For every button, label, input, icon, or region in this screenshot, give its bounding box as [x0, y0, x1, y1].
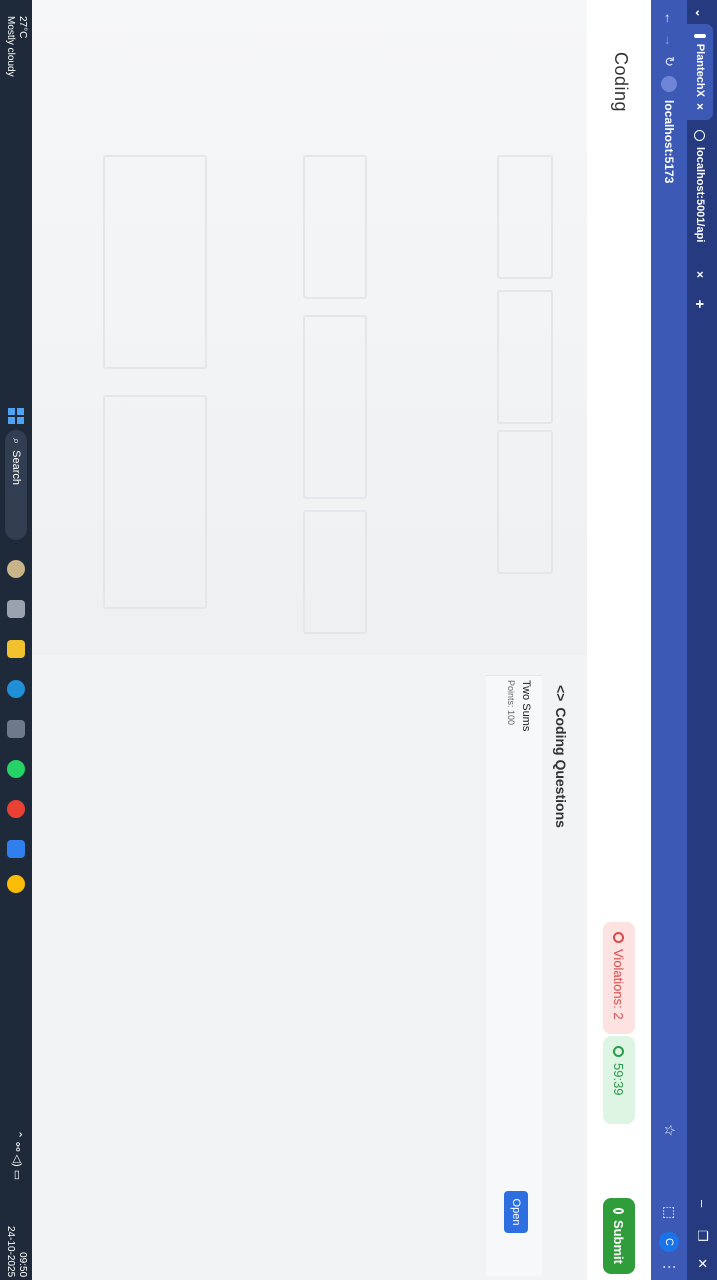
search-icon: ⌕: [10, 438, 23, 445]
close-window-icon[interactable]: ✕: [694, 1258, 710, 1269]
forward-arrow-icon[interactable]: →: [662, 34, 677, 47]
minimize-icon[interactable]: –: [695, 1200, 710, 1207]
faded-block: [497, 290, 553, 424]
whatsapp-icon[interactable]: [7, 760, 25, 778]
tab-title: PlantechX: [694, 43, 706, 97]
tab-localhost-api[interactable]: localhost:5001/api ×: [687, 120, 713, 288]
task-view-icon[interactable]: [7, 600, 25, 618]
weather-widget[interactable]: 27°C Mostly cloudy: [4, 16, 28, 77]
editor-panel: [32, 0, 587, 655]
chevron-down-icon: ⌄: [693, 8, 706, 18]
check-circle-icon: [613, 1208, 625, 1214]
new-tab-button[interactable]: +: [687, 292, 713, 316]
questions-heading-text: Coding Questions: [553, 707, 569, 828]
tab-search-button[interactable]: ⌄: [687, 4, 713, 22]
close-tab-icon[interactable]: ×: [693, 271, 707, 278]
profile-avatar[interactable]: C: [659, 1232, 679, 1252]
restore-icon[interactable]: ❐: [694, 1230, 710, 1242]
browser-tab-strip: ⌄ PlantechX × localhost:5001/api × + – ❐…: [687, 0, 717, 1280]
windows-start-icon[interactable]: [8, 408, 24, 424]
violations-badge: Violations: 2: [603, 922, 635, 1034]
timer-value: 59:39: [611, 1063, 627, 1096]
vscode-icon[interactable]: [7, 840, 25, 858]
site-info-icon[interactable]: [661, 76, 677, 92]
timer-badge: 59:39: [603, 1036, 635, 1124]
tab-plantechx[interactable]: PlantechX ×: [687, 24, 713, 120]
chrome-icon[interactable]: [7, 875, 25, 893]
tab-title: localhost:5001/api: [694, 147, 706, 243]
eye-icon: [613, 932, 625, 943]
bookmark-star-icon[interactable]: ☆: [661, 1124, 678, 1137]
code-brackets-icon: <>: [553, 685, 569, 702]
tray-icons[interactable]: ⌃ ⚯ ◁) ▭: [11, 1130, 24, 1180]
close-tab-icon[interactable]: ×: [693, 103, 707, 110]
edge-icon[interactable]: [7, 680, 25, 698]
back-arrow-icon[interactable]: ←: [662, 12, 677, 25]
clock[interactable]: 09:50 24-10-2025: [4, 1226, 28, 1277]
questions-heading: <> Coding Questions: [553, 685, 569, 828]
weather-temp: 27°C: [17, 16, 28, 39]
extensions-icon[interactable]: ⬚: [661, 1206, 678, 1219]
globe-icon: [694, 130, 706, 141]
chrome-icon[interactable]: [7, 800, 25, 818]
clock-icon: [613, 1046, 625, 1057]
faded-block: [303, 155, 367, 299]
url-text: localhost:5173: [662, 100, 676, 184]
faded-block: [303, 510, 367, 634]
question-points: Points: 100: [506, 680, 516, 726]
time: 09:50: [17, 1252, 28, 1278]
submit-button[interactable]: Submit: [603, 1198, 635, 1274]
app-brand: Coding: [611, 52, 631, 113]
screen: ⌄ PlantechX × localhost:5001/api × + – ❐…: [0, 0, 717, 1280]
reload-icon[interactable]: ↻: [661, 56, 677, 67]
questions-panel: <> Coding Questions Two Sums Points: 100…: [32, 655, 587, 1280]
open-question-button[interactable]: Open: [504, 1191, 528, 1233]
violations-count: Violations: 2: [611, 949, 627, 1020]
menu-icon[interactable]: ⋮: [661, 1260, 678, 1274]
browser-toolbar: ← → ↻ localhost:5173 ☆ ⬚ C ⋮: [651, 0, 687, 1280]
question-name: Two Sums: [520, 680, 532, 732]
date: 24-10-2025: [5, 1226, 16, 1278]
app-header: Coding Violations: 2 59:39 Submit: [586, 0, 651, 1280]
faded-block: [497, 430, 553, 574]
plantechx-favicon-icon: [694, 34, 706, 38]
faded-block: [103, 395, 207, 609]
faded-block: [103, 155, 207, 369]
taskbar: 27°C Mostly cloudy ⌕ Search ⌃ ⚯ ◁) ▭ 09:…: [0, 0, 32, 1280]
submit-label: Submit: [611, 1219, 627, 1264]
address-bar[interactable]: localhost:5173: [656, 76, 682, 636]
faded-block: [497, 155, 553, 279]
taskbar-search[interactable]: ⌕ Search: [5, 430, 27, 540]
search-label: Search: [10, 450, 22, 486]
weather-description: Mostly cloudy: [5, 16, 16, 77]
faded-block: [303, 315, 367, 499]
store-icon[interactable]: [7, 720, 25, 738]
question-card[interactable]: Two Sums Points: 100 Open: [486, 675, 542, 1276]
widgets-icon[interactable]: [7, 560, 25, 578]
file-explorer-icon[interactable]: [7, 640, 25, 658]
